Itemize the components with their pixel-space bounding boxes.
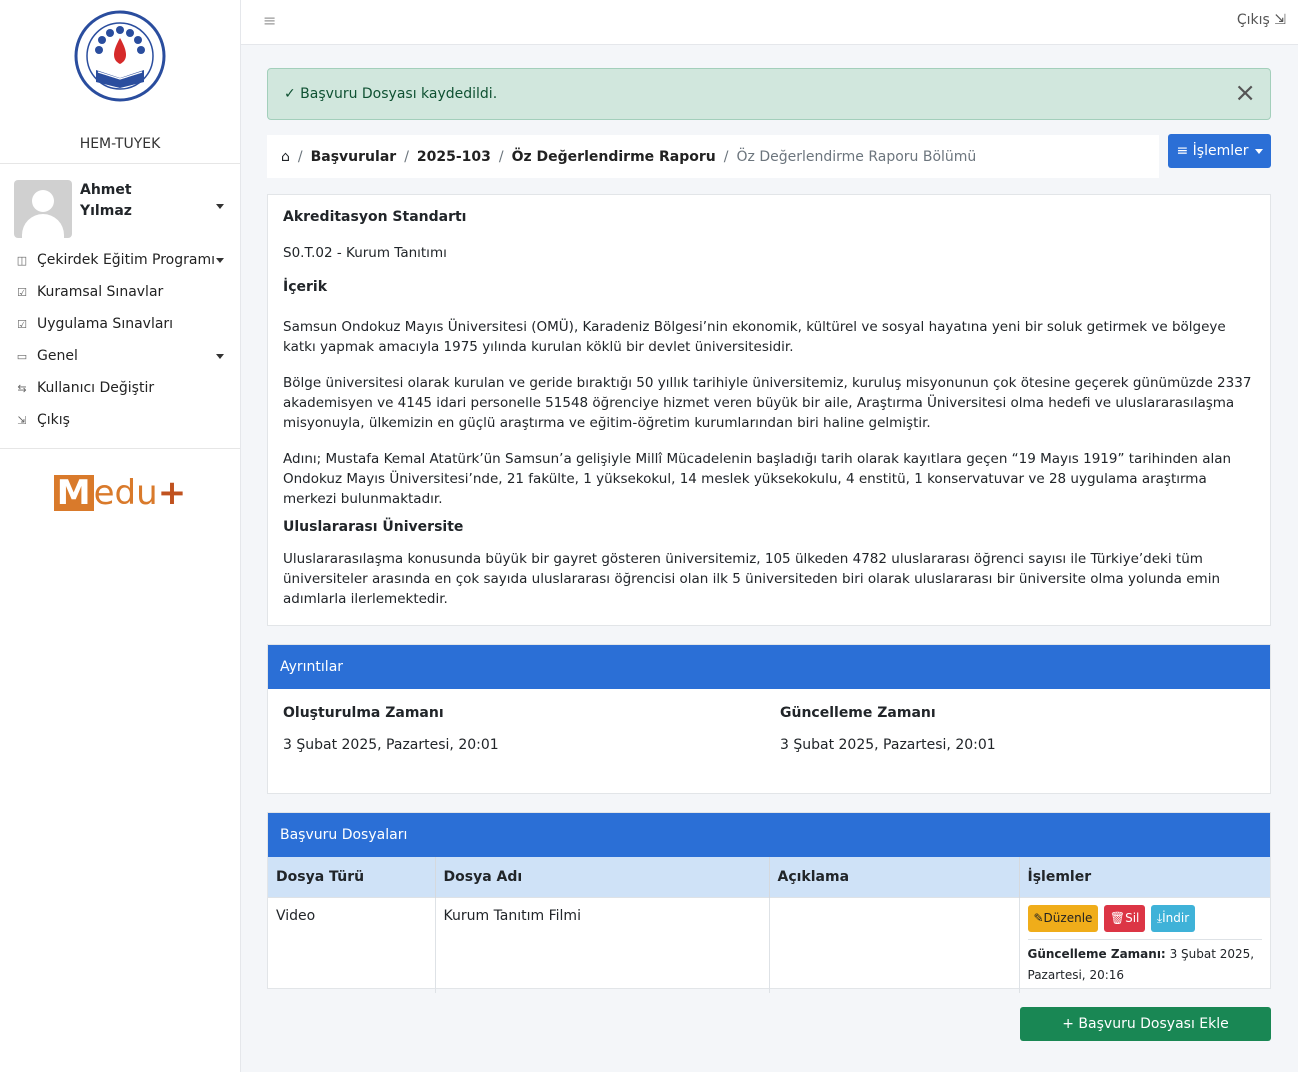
edit-icon: ☑: [17, 285, 27, 299]
intl-paragraph: Uluslararasılaşma konusunda büyük bir ga…: [283, 551, 1220, 607]
sidebar-item-label: Kullanıcı Değiştir: [37, 380, 155, 396]
medu-logo-plus: +: [157, 473, 187, 513]
standard-title: Akreditasyon Standartı: [283, 209, 467, 225]
sidebar-item-kullanici-degistir[interactable]: ⇆ Kullanıcı Değiştir: [0, 372, 240, 404]
table-row: Video Kurum Tanıtım Filmi ✎Düzenle 🗑Sil …: [268, 896, 1270, 993]
cell-description: [769, 896, 1020, 993]
content-paragraph-1: Samsun Ondokuz Mayıs Üniversitesi (OMÜ),…: [283, 319, 1226, 355]
sidebar-item-genel[interactable]: ▭ Genel: [0, 340, 240, 372]
add-file-button[interactable]: + Başvuru Dosyası Ekle: [1020, 1007, 1271, 1041]
edit-icon: ☑: [17, 317, 27, 331]
logout-link[interactable]: Çıkış ⇲: [1237, 12, 1286, 28]
sidebar-item-uygulama[interactable]: ☑ Uygulama Sınavları: [0, 308, 240, 340]
user-first-name: Ahmet: [80, 182, 132, 198]
col-dosya-turu: Dosya Türü: [268, 857, 436, 897]
hem-tuyek-logo: [0, 0, 240, 130]
sidebar-item-label: Kuramsal Sınavlar: [37, 284, 164, 300]
user-last-name: Yılmaz: [80, 203, 132, 219]
sidebar-item-label: Uygulama Sınavları: [37, 316, 174, 332]
content-paragraph-2: Bölge üniversitesi olarak kurulan ve ger…: [283, 375, 1252, 431]
user-name: Ahmet Yılmaz: [80, 180, 132, 222]
user-menu[interactable]: Ahmet Yılmaz: [0, 164, 240, 240]
created-group: Oluşturulma Zamanı 3 Şubat 2025, Pazarte…: [283, 705, 499, 753]
sidebar-item-cikis[interactable]: ⇲ Çıkış: [0, 404, 240, 436]
download-button[interactable]: ⤓İndir: [1150, 904, 1196, 932]
sidebar-item-label: Çıkış: [37, 412, 70, 428]
home-icon[interactable]: ⌂: [281, 149, 290, 165]
standard-value: S0.T.02 - Kurum Tanıtımı: [283, 245, 447, 261]
medu-logo: Medu+: [0, 473, 240, 513]
cell-actions: ✎Düzenle 🗑Sil ⤓İndir Güncelleme Zamanı: …: [1019, 896, 1270, 993]
row-updated-label: Güncelleme Zamanı:: [1027, 946, 1166, 961]
success-alert: ✓ Başvuru Dosyası kaydedildi. ×: [267, 68, 1271, 120]
sidebar-nav: ◫ Çekirdek Eğitim Programı ☑ Kuramsal Sı…: [0, 240, 240, 436]
signpost-icon: ⇲: [17, 413, 27, 427]
switch-icon: ⇆: [17, 381, 27, 395]
breadcrumb-current: Öz Değerlendirme Raporu Bölümü: [736, 148, 977, 165]
actions-button-label: ≡ İşlemler: [1176, 143, 1249, 159]
medu-logo-m: M: [53, 475, 94, 511]
content-card: Akreditasyon Standartı S0.T.02 - Kurum T…: [267, 194, 1271, 626]
row-updated-info: Güncelleme Zamanı: 3 Şubat 2025, Pazarte…: [1027, 938, 1262, 986]
folder-icon: ▭: [16, 349, 28, 363]
created-value: 3 Şubat 2025, Pazartesi, 20:01: [283, 737, 499, 753]
breadcrumb: ⌂ / Başvurular / 2025-103 / Öz Değerlend…: [267, 135, 1159, 178]
col-islemler: İşlemler: [1019, 857, 1270, 897]
table-header-row: Dosya Türü Dosya Adı Açıklama İşlemler: [268, 857, 1270, 897]
created-label: Oluşturulma Zamanı: [283, 705, 444, 721]
close-icon[interactable]: ×: [1234, 79, 1256, 107]
files-table: Dosya Türü Dosya Adı Açıklama İşlemler V…: [268, 857, 1270, 993]
hamburger-icon[interactable]: ≡: [263, 11, 276, 30]
files-header: Başvuru Dosyaları: [268, 813, 1270, 857]
updated-label: Güncelleme Zamanı: [780, 705, 936, 721]
delete-button[interactable]: 🗑Sil: [1103, 904, 1146, 932]
avatar: [14, 180, 72, 238]
content-paragraph-3: Adını; Mustafa Kemal Atatürk’ün Samsun’a…: [283, 451, 1232, 507]
chevron-down-icon: [216, 354, 224, 359]
sidebar: HEM-TUYEK Ahmet Yılmaz ◫ Çekirdek Eğitim…: [0, 0, 241, 1072]
details-header: Ayrıntılar: [268, 645, 1270, 689]
intl-title: Uluslararası Üniversite: [283, 519, 464, 535]
cell-type: Video: [268, 896, 436, 993]
edit-button[interactable]: ✎Düzenle: [1027, 904, 1099, 932]
breadcrumb-basvuru-no[interactable]: 2025-103: [417, 149, 491, 165]
details-card: Ayrıntılar Oluşturulma Zamanı 3 Şubat 20…: [267, 644, 1271, 794]
commission-seal-icon: [74, 10, 166, 102]
sidebar-item-kuramsal[interactable]: ☑ Kuramsal Sınavlar: [0, 276, 240, 308]
cell-name: Kurum Tanıtım Filmi: [435, 896, 770, 993]
sidebar-item-label: Çekirdek Eğitim Programı: [37, 252, 216, 268]
files-card: Başvuru Dosyaları Dosya Türü Dosya Adı A…: [267, 812, 1271, 993]
updated-group: Güncelleme Zamanı 3 Şubat 2025, Pazartes…: [780, 705, 996, 753]
user-caret-icon: [216, 204, 224, 209]
alert-text: ✓ Başvuru Dosyası kaydedildi.: [284, 86, 498, 102]
content-title: İçerik: [283, 279, 328, 295]
chevron-down-icon: [216, 258, 224, 263]
sidebar-item-label: Genel: [37, 348, 78, 364]
breadcrumb-basvurular[interactable]: Başvurular: [311, 149, 397, 165]
col-aciklama: Açıklama: [769, 857, 1020, 897]
sidebar-item-cekirdek[interactable]: ◫ Çekirdek Eğitim Programı: [0, 244, 240, 276]
sidebar-divider: [0, 448, 240, 449]
book-icon: ◫: [16, 253, 28, 267]
chevron-down-icon: [1254, 148, 1263, 154]
breadcrumb-oz-degerlendirme[interactable]: Öz Değerlendirme Raporu: [512, 149, 716, 165]
updated-value: 3 Şubat 2025, Pazartesi, 20:01: [780, 737, 996, 753]
col-dosya-adi: Dosya Adı: [435, 857, 770, 897]
medu-logo-text: edu: [93, 473, 158, 513]
topbar: ≡ Çıkış ⇲: [241, 0, 1298, 45]
brand-name: HEM-TUYEK: [0, 130, 240, 164]
actions-dropdown-button[interactable]: ≡ İşlemler: [1168, 134, 1271, 168]
